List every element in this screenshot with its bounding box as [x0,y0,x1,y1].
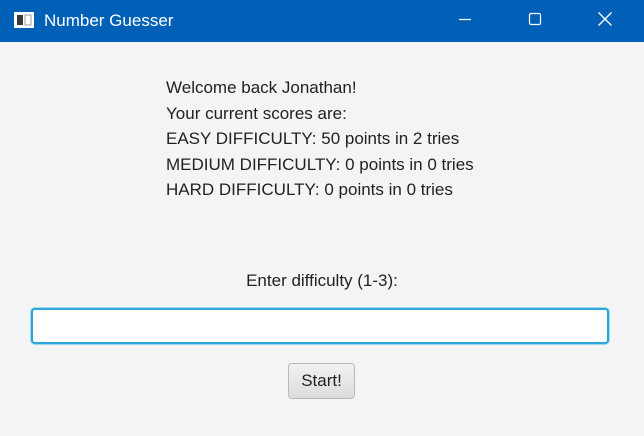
close-icon [597,11,613,32]
minimize-icon [458,12,472,31]
title-bar[interactable]: Number Guesser [0,0,644,42]
difficulty-input[interactable] [31,308,609,344]
maximize-icon [528,12,542,31]
close-button[interactable] [582,0,628,42]
scores-panel: Welcome back Jonathan! Your current scor… [166,75,474,203]
start-button[interactable]: Start! [288,363,355,399]
score-line-hard: HARD DIFFICULTY: 0 points in 0 tries [166,180,453,200]
difficulty-prompt: Enter difficulty (1-3): [246,271,398,290]
score-line-medium: MEDIUM DIFFICULTY: 0 points in 0 tries [166,154,474,174]
scores-heading: Your current scores are: [166,103,347,123]
minimize-button[interactable] [442,0,488,42]
main-content: Welcome back Jonathan! Your current scor… [0,42,644,436]
score-line-easy: EASY DIFFICULTY: 50 points in 2 tries [166,129,460,149]
app-window: Number Guesser Welcome back Jonathan! Yo… [0,0,644,436]
maximize-button[interactable] [512,0,558,42]
welcome-text: Welcome back Jonathan! [166,78,357,97]
app-icon [14,12,34,28]
window-title: Number Guesser [44,11,174,30]
